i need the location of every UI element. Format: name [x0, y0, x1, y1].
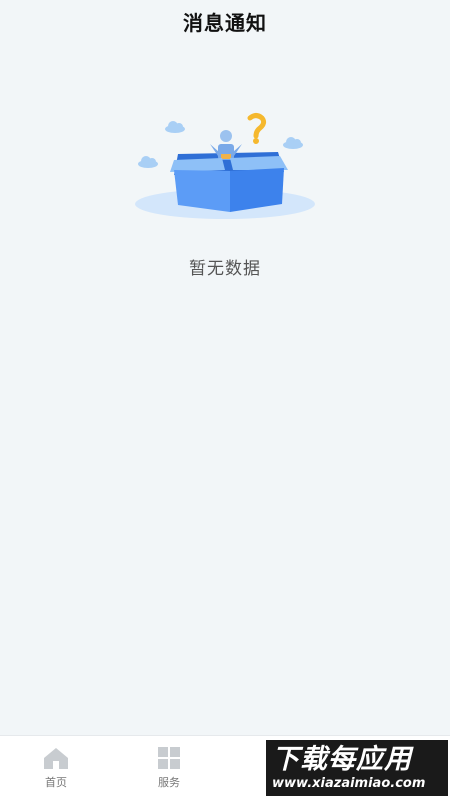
watermark-title: 下载每应用 — [272, 744, 412, 775]
tab-home-label: 首页 — [45, 776, 67, 789]
tab-home[interactable]: 首页 — [26, 736, 86, 800]
watermark-url: www.xiazaimiao.com — [272, 776, 426, 791]
page-title: 消息通知 — [183, 10, 267, 35]
empty-state-message: 暂无数据 — [189, 259, 261, 279]
home-icon — [44, 748, 68, 769]
grid-icon — [158, 747, 180, 769]
header-bar: 消息通知 — [0, 0, 450, 42]
empty-box-icon — [135, 113, 315, 219]
watermark-logo: 下载每应用 www.xiazaimiao.com — [266, 740, 448, 796]
tab-service[interactable]: 服务 — [139, 736, 199, 800]
tab-service-label: 服务 — [158, 776, 180, 789]
